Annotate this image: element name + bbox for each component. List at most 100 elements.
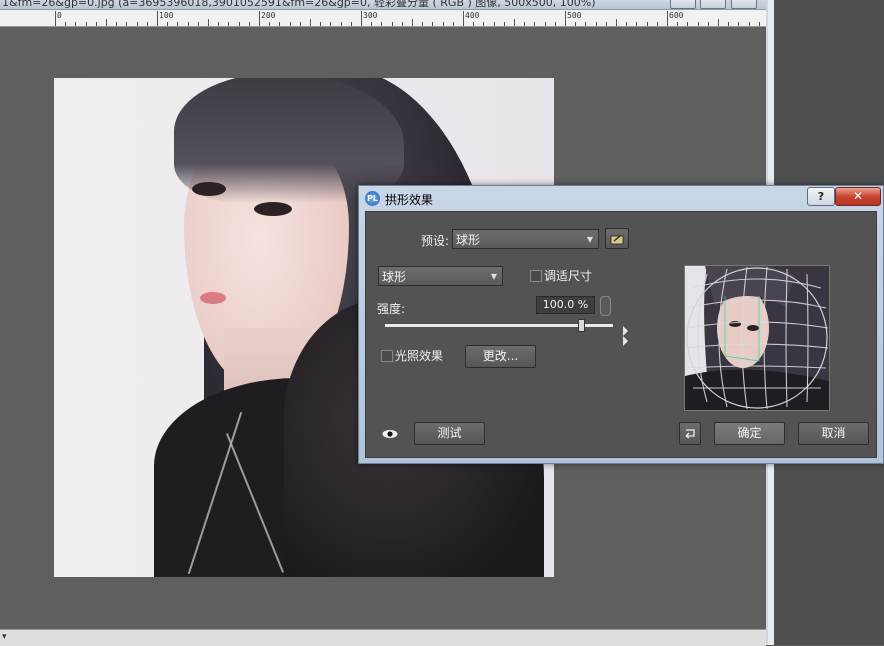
ruler-tick (667, 11, 668, 26)
ruler-tick (503, 22, 505, 26)
close-icon[interactable] (731, 0, 757, 9)
ruler-tick (422, 22, 424, 26)
mode-value: 球形 (382, 270, 407, 284)
eye-icon[interactable] (382, 428, 398, 442)
ruler-tick (391, 22, 393, 26)
ruler-tick (361, 11, 362, 26)
dialog-close-button[interactable]: ✕ (835, 187, 881, 206)
photo-eye-left (192, 182, 226, 196)
lighting-label: 光照效果 (395, 349, 444, 363)
ruler-tick (605, 22, 607, 26)
ruler-tick (167, 22, 169, 26)
cancel-button[interactable]: 取消 (798, 422, 869, 445)
effect-preview (684, 265, 830, 411)
ruler-tick (320, 22, 322, 26)
ruler-tick (116, 22, 118, 26)
photo-lips (200, 292, 226, 304)
ruler-tick (473, 22, 475, 26)
change-button[interactable]: 更改... (465, 345, 536, 368)
help-button[interactable]: ? (807, 187, 835, 206)
ruler-tick (350, 22, 352, 26)
flyout-arrow-icon[interactable] (623, 326, 628, 336)
arc-effect-dialog: PL 拱形效果 ? ✕ 预设: 球形 ▼ 球形 ▼ 调适尺寸 强度: 100.0… (358, 185, 884, 464)
fit-size-label: 调适尺寸 (544, 269, 593, 283)
ruler-tick (55, 11, 56, 26)
ruler-label: 400 (465, 11, 480, 20)
ruler-tick (371, 22, 373, 26)
ruler-tick (432, 22, 434, 26)
ruler-tick (493, 22, 495, 26)
reset-button[interactable] (679, 422, 701, 445)
ruler-tick (728, 22, 730, 26)
ruler-tick (126, 22, 128, 26)
chevron-down-icon: ▼ (586, 235, 593, 244)
ok-button[interactable]: 确定 (714, 422, 785, 445)
preset-dropdown[interactable]: 球形 ▼ (452, 229, 599, 249)
ruler-tick (340, 22, 342, 26)
preset-label: 预设: (421, 234, 450, 248)
ruler-tick (554, 22, 556, 26)
ruler-tick (534, 22, 536, 26)
ruler-tick (289, 22, 291, 26)
ruler-tick (146, 22, 148, 26)
horizontal-ruler: 0 100 200 300 400 500 600 (0, 10, 768, 27)
ruler-tick (452, 22, 454, 26)
ruler-tick (136, 22, 138, 26)
ruler-tick (707, 22, 709, 26)
ruler-tick (259, 11, 260, 26)
fit-size-checkbox[interactable] (530, 270, 542, 282)
ruler-tick (279, 22, 281, 26)
ruler-tick (187, 22, 189, 26)
ruler-tick (565, 11, 566, 26)
ruler-label: 300 (363, 11, 378, 20)
app-icon: PL (365, 191, 380, 206)
preset-value: 球形 (456, 233, 481, 247)
ruler-tick (483, 22, 485, 26)
ruler-tick (401, 22, 403, 26)
ruler-label: 600 (669, 11, 684, 20)
ruler-tick (208, 19, 209, 26)
strength-label: 强度: (377, 302, 406, 316)
reset-icon (685, 429, 695, 439)
ruler-tick (197, 22, 199, 26)
ruler-tick (677, 22, 679, 26)
document-title-bar: 1&fm=26&gp=0.jpg (a=3695396018,390105259… (0, 0, 768, 10)
ruler-tick (95, 22, 97, 26)
ruler-tick (65, 22, 67, 26)
preset-save-icon (610, 235, 624, 245)
ruler-label: 200 (261, 11, 276, 20)
ruler-tick (585, 22, 587, 26)
lighting-checkbox[interactable] (381, 350, 393, 362)
ruler-tick (381, 22, 383, 26)
ruler-tick (514, 19, 515, 26)
ruler-tick (687, 22, 689, 26)
ruler-tick (177, 22, 179, 26)
preset-save-button[interactable] (605, 228, 629, 249)
ruler-tick (463, 11, 464, 26)
ruler-tick (248, 22, 250, 26)
test-button[interactable]: 测试 (414, 422, 485, 445)
mode-dropdown[interactable]: 球形 ▼ (378, 266, 503, 286)
ruler-tick (85, 22, 87, 26)
scroll-left-icon[interactable]: ▾ (2, 632, 7, 642)
ruler-tick (412, 19, 413, 26)
ruler-tick (748, 22, 750, 26)
maximize-icon[interactable] (700, 0, 726, 9)
ruler-tick (697, 22, 699, 26)
dialog-body: 预设: 球形 ▼ 球形 ▼ 调适尺寸 强度: 100.0 % 光照效果 更改..… (365, 211, 877, 458)
strength-input[interactable]: 100.0 % (536, 296, 595, 314)
ruler-tick (636, 22, 638, 26)
strength-spinner[interactable] (600, 296, 611, 316)
minimize-icon[interactable] (670, 0, 696, 9)
ruler-tick (330, 22, 332, 26)
dialog-title-bar[interactable]: PL 拱形效果 ? ✕ (359, 186, 883, 210)
horizontal-scrollbar[interactable]: ▾ (0, 629, 766, 646)
ruler-tick (269, 22, 271, 26)
flyout-arrow-icon[interactable] (623, 336, 628, 346)
ruler-tick (218, 22, 220, 26)
ruler-tick (228, 22, 230, 26)
ruler-tick (524, 22, 526, 26)
ruler-tick (738, 22, 740, 26)
strength-slider-handle[interactable] (578, 319, 586, 332)
photo-eye-right (254, 202, 292, 216)
